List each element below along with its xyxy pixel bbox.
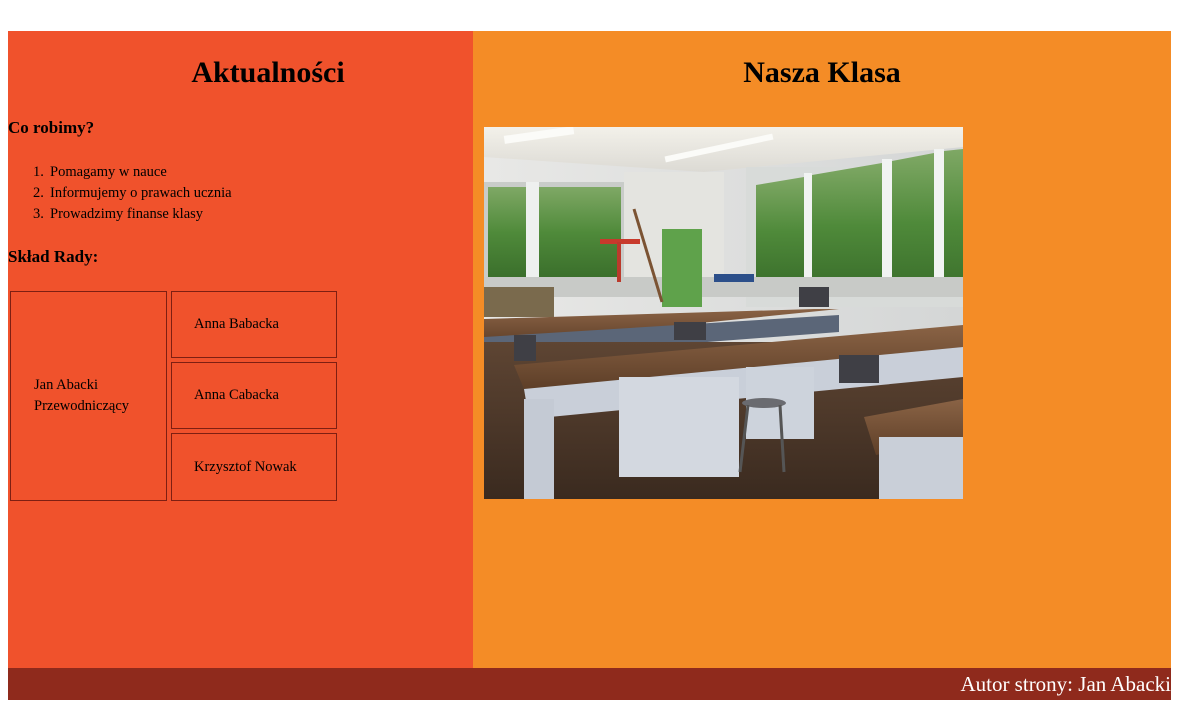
- list-item: 1. Pomagamy w nauce: [33, 162, 232, 183]
- council-member-cell: Krzysztof Nowak: [171, 433, 337, 501]
- page: Aktualności Co robimy? 1. Pomagamy w nauc…: [8, 31, 1171, 700]
- council-heading: Skład Rady:: [8, 247, 99, 266]
- news-panel: Aktualności Co robimy? 1. Pomagamy w nauc…: [8, 31, 473, 668]
- list-item: 2. Informujemy o prawach ucznia: [33, 183, 232, 204]
- chair-role: Przewodniczący: [34, 398, 130, 414]
- class-panel: Nasza Klasa: [473, 31, 1171, 668]
- member-name: Krzysztof Nowak: [194, 458, 297, 475]
- list-text: Prowadzimy finanse klasy: [50, 206, 204, 222]
- list-number: 1.: [33, 164, 44, 180]
- council-chair-cell: Jan Abacki Przewodniczący: [10, 291, 167, 501]
- activities-heading: Co robimy?: [8, 118, 95, 137]
- class-title: Nasza Klasa: [743, 56, 901, 89]
- list-number: 2.: [33, 185, 44, 201]
- footer: Autor strony: Jan Abacki: [8, 668, 1171, 700]
- list-item: 3. Prowadzimy finanse klasy: [33, 204, 232, 225]
- council-member-cell: Anna Cabacka: [171, 362, 337, 429]
- classroom-photo: [484, 127, 963, 499]
- list-number: 3.: [33, 206, 44, 222]
- list-text: Pomagamy w nauce: [50, 164, 167, 180]
- member-name: Anna Cabacka: [194, 387, 279, 403]
- news-title: Aktualności: [191, 56, 345, 89]
- list-text: Informujemy o prawach ucznia: [50, 185, 232, 201]
- member-name: Anna Babacka: [194, 316, 279, 332]
- author-credit: Autor strony: Jan Abacki: [960, 672, 1171, 696]
- council-member-cell: Anna Babacka: [171, 291, 337, 358]
- chair-name: Jan Abacki: [34, 377, 99, 393]
- activities-list: 1. Pomagamy w nauce 2. Informujemy o prawa…: [33, 162, 232, 225]
